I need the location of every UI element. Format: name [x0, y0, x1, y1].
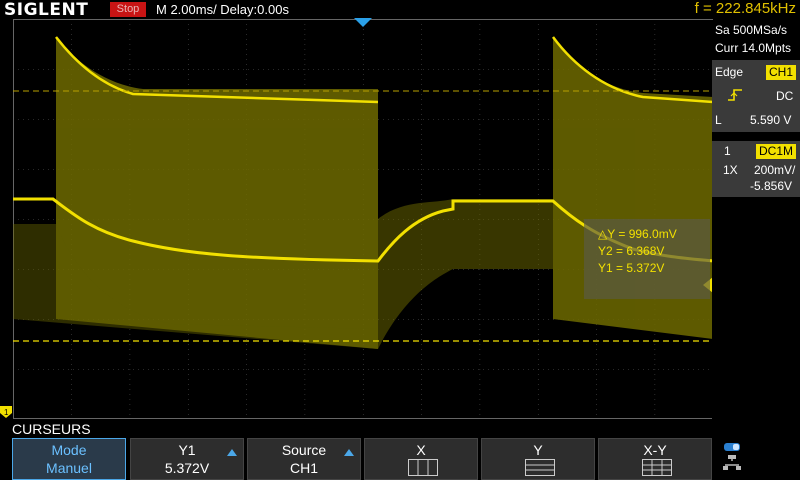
x-cursor-icon — [408, 459, 438, 476]
vertical-scale: 200mV/ — [754, 163, 796, 177]
x-label: X — [416, 442, 426, 458]
menu-title: CURSEURS — [12, 421, 91, 437]
cursor-delta-y: △Y = 996.0mV — [598, 227, 677, 241]
channel-coupling-badge: DC1M — [756, 144, 797, 159]
trigger-info[interactable]: Edge CH1 DC L 5.590 V — [712, 60, 800, 132]
adjust-knob-icon — [344, 449, 354, 456]
y1-softkey[interactable]: Y1 5.372V — [130, 438, 244, 480]
info-panel: Sa 500MSa/s Curr 14.0Mpts Edge CH1 DC L … — [712, 20, 800, 420]
y-cursor-softkey[interactable]: Y — [481, 438, 595, 480]
top-status-bar: SIGLENT Stop M 2.00ms/ Delay:0.00s f = 2… — [0, 0, 800, 20]
run-stop-status[interactable]: Stop — [110, 2, 146, 17]
probe-attenuation: 1X — [723, 163, 738, 177]
svg-text:1: 1 — [4, 408, 9, 417]
cursor-readout-box: △Y = 996.0mV Y2 = 6.368V Y1 = 5.372V — [584, 219, 710, 299]
source-softkey[interactable]: Source CH1 — [247, 438, 361, 480]
mode-softkey[interactable]: Mode Manuel — [12, 438, 126, 480]
xy-cursor-icon — [642, 459, 672, 476]
xy-label: X-Y — [643, 442, 667, 458]
frequency-readout: f = 222.845kHz — [694, 0, 796, 17]
trigger-coupling: DC — [776, 89, 794, 103]
channel1-ground-icon[interactable]: 1 — [0, 406, 12, 418]
trigger-source-badge: CH1 — [766, 65, 797, 80]
cursor-y2: Y2 = 6.368V — [598, 244, 665, 258]
xy-cursor-softkey[interactable]: X-Y — [598, 438, 712, 480]
cursor-y1: Y1 = 5.372V — [598, 261, 665, 275]
brand-logo: SIGLENT — [4, 0, 89, 20]
channel-number: 1 — [724, 144, 731, 158]
trigger-position-icon[interactable] — [354, 18, 372, 28]
mode-label: Mode — [51, 442, 87, 458]
timebase-readout: M 2.00ms/ Delay:0.00s — [156, 2, 289, 17]
network-icon — [723, 443, 741, 470]
adjust-knob-icon — [227, 449, 237, 456]
channel1-info[interactable]: 1 DC1M 1X 200mV/ -5.856V — [712, 141, 800, 197]
rising-edge-icon — [728, 89, 742, 101]
sample-rate: Sa 500MSa/s — [715, 23, 788, 37]
x-cursor-softkey[interactable]: X — [364, 438, 478, 480]
y-label: Y — [533, 442, 543, 458]
trigger-level-value: 5.590 V — [750, 113, 792, 127]
source-value: CH1 — [289, 460, 318, 476]
trigger-type: Edge — [715, 65, 744, 79]
y-cursor-icon — [525, 459, 555, 476]
y1-value: 5.372V — [164, 460, 210, 476]
vertical-offset: -5.856V — [750, 179, 793, 193]
memory-depth: Curr 14.0Mpts — [715, 41, 792, 55]
mode-value: Manuel — [46, 460, 92, 476]
trigger-level-label: L — [715, 113, 722, 127]
